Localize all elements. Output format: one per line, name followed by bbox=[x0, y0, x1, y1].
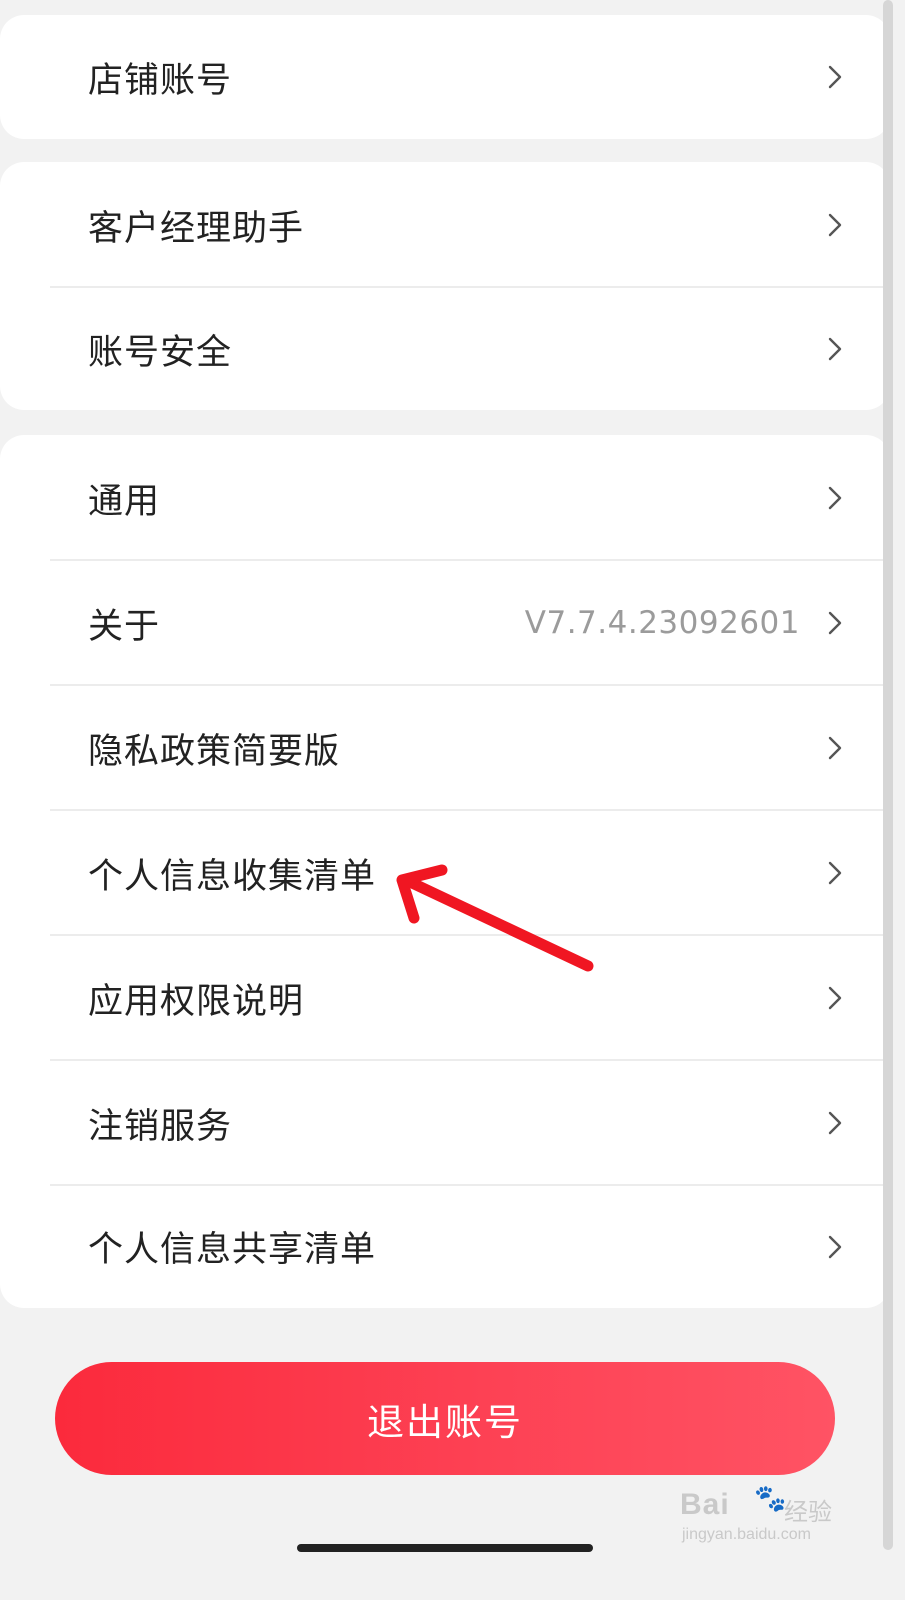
watermark-brand: Bai bbox=[680, 1488, 730, 1521]
red-arrow-annotation bbox=[396, 864, 594, 972]
chevron-right-icon bbox=[828, 1235, 842, 1258]
baidu-jingyan-watermark: Bai 🐾 经验 jingyan.baidu.com bbox=[680, 1478, 850, 1558]
chevron-right-icon bbox=[828, 65, 842, 89]
version-value: V7.7.4.23092601 bbox=[524, 605, 800, 641]
chevron-right-icon bbox=[828, 611, 842, 635]
scrollbar[interactable] bbox=[883, 0, 893, 1550]
chevron-right-icon bbox=[828, 736, 842, 760]
row-personal-info-sharing[interactable]: 个人信息共享清单 bbox=[0, 1185, 890, 1308]
chevron-right-icon bbox=[828, 486, 842, 510]
row-label: 通用 bbox=[88, 481, 161, 522]
settings-card-account: 客户经理助手 账号安全 bbox=[0, 162, 890, 410]
row-label: 个人信息共享清单 bbox=[88, 1230, 377, 1270]
settings-card-store: 店铺账号 bbox=[0, 15, 890, 139]
row-account-manager[interactable]: 客户经理助手 bbox=[0, 162, 890, 288]
row-label: 关于 bbox=[88, 606, 161, 647]
chevron-right-icon bbox=[828, 1111, 842, 1135]
logout-button[interactable]: 退出账号 bbox=[55, 1362, 835, 1475]
row-cancel-service[interactable]: 注销服务 bbox=[0, 1060, 890, 1186]
row-label: 隐私政策简要版 bbox=[88, 731, 341, 772]
row-label: 店铺账号 bbox=[88, 60, 233, 101]
home-indicator[interactable] bbox=[297, 1544, 593, 1552]
row-label: 客户经理助手 bbox=[88, 208, 305, 249]
row-label: 注销服务 bbox=[88, 1106, 233, 1147]
chevron-right-icon bbox=[828, 213, 842, 237]
watermark-url: jingyan.baidu.com bbox=[682, 1526, 811, 1543]
row-label: 账号安全 bbox=[88, 332, 233, 373]
row-account-security[interactable]: 账号安全 bbox=[0, 288, 890, 410]
row-about[interactable]: 关于 V7.7.4.23092601 bbox=[0, 560, 890, 686]
chevron-right-icon bbox=[828, 337, 842, 361]
chevron-right-icon bbox=[828, 861, 842, 885]
chevron-right-icon bbox=[828, 986, 842, 1010]
row-general[interactable]: 通用 bbox=[0, 435, 890, 561]
row-privacy-summary[interactable]: 隐私政策简要版 bbox=[0, 685, 890, 811]
row-store-account[interactable]: 店铺账号 bbox=[0, 15, 890, 139]
watermark-brand-cn: 经验 bbox=[784, 1498, 832, 1526]
paw-icon: 🐾 bbox=[754, 1484, 787, 1514]
row-label: 个人信息收集清单 bbox=[88, 856, 377, 897]
row-label: 应用权限说明 bbox=[88, 981, 305, 1022]
